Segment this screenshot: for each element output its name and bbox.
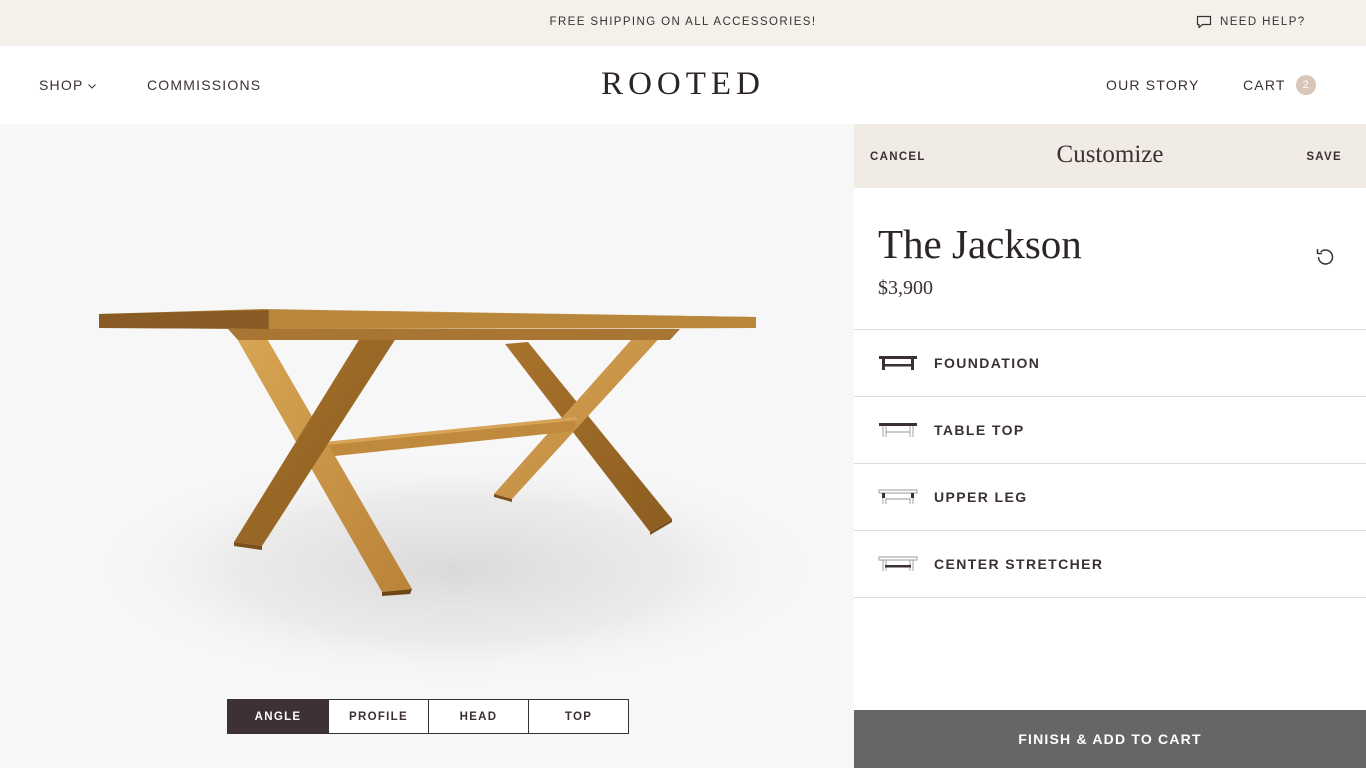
tab-head[interactable]: HEAD (428, 700, 528, 733)
table-top-icon (879, 423, 917, 437)
save-button[interactable]: SAVE (1306, 151, 1342, 163)
foundation-icon (879, 356, 917, 370)
finish-add-to-cart-button[interactable]: FINISH & ADD TO CART (854, 710, 1366, 768)
product-image (85, 309, 825, 689)
option-table-top-label: TABLE TOP (934, 422, 1025, 438)
product-name: The Jackson (878, 221, 1082, 267)
chat-bubble-icon (1196, 15, 1212, 29)
cart-count-badge: 2 (1295, 75, 1316, 95)
option-center-stretcher[interactable]: CENTER STRETCHER (854, 531, 1366, 598)
center-stretcher-icon (878, 556, 918, 571)
nav-cart-label: CART (1243, 77, 1286, 93)
view-angle-tabs: ANGLE PROFILE HEAD TOP (227, 699, 629, 734)
option-upper-leg-label: UPPER LEG (934, 489, 1028, 505)
tab-angle[interactable]: ANGLE (228, 700, 328, 733)
option-table-top[interactable]: TABLE TOP (854, 397, 1366, 464)
customizer-title: Customize (1056, 141, 1164, 168)
option-upper-leg[interactable]: UPPER LEG (854, 464, 1366, 531)
product-viewer[interactable]: ANGLE PROFILE HEAD TOP (0, 124, 854, 768)
upper-leg-icon (878, 489, 918, 504)
tab-top[interactable]: TOP (528, 700, 628, 733)
option-foundation[interactable]: FOUNDATION (854, 330, 1366, 397)
customizer-panel: CANCEL Customize SAVE The Jackson $3,900… (854, 124, 1366, 768)
option-center-stretcher-label: CENTER STRETCHER (934, 556, 1104, 572)
reset-icon[interactable] (1311, 244, 1339, 270)
site-header: SHOP COMMISSIONS ROOTED OUR STORY CART 2 (0, 46, 1366, 124)
announcement-text: FREE SHIPPING ON ALL ACCESSORIES! (549, 16, 817, 28)
product-price: $3,900 (878, 277, 933, 299)
nav-our-story[interactable]: OUR STORY (1106, 77, 1200, 93)
customize-options: FOUNDATION TABLE TOP UPPER LEG CENTER ST… (854, 329, 1366, 598)
nav-our-story-label: OUR STORY (1106, 77, 1200, 93)
need-help-label: NEED HELP? (1220, 16, 1306, 28)
option-foundation-label: FOUNDATION (934, 355, 1041, 371)
nav-cart[interactable]: CART 2 (1243, 75, 1316, 95)
tab-profile[interactable]: PROFILE (328, 700, 428, 733)
need-help-link[interactable]: NEED HELP? (1196, 15, 1306, 29)
customizer-header: CANCEL Customize SAVE (854, 124, 1366, 188)
announcement-bar: FREE SHIPPING ON ALL ACCESSORIES! NEED H… (0, 0, 1366, 46)
